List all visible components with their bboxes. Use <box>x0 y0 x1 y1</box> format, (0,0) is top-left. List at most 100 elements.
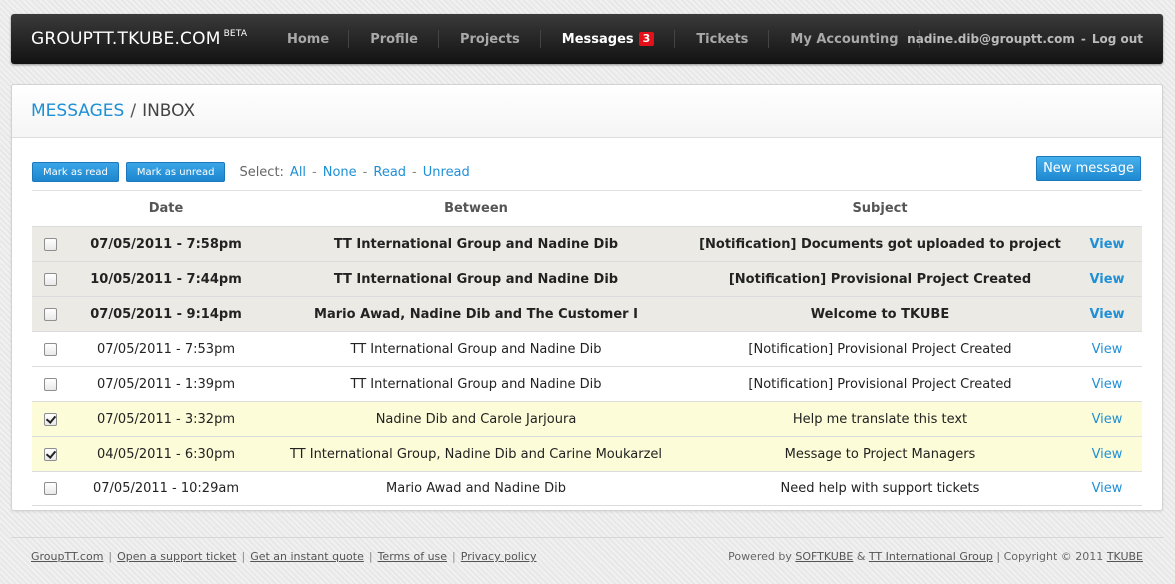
select-read-link[interactable]: Read <box>373 165 406 180</box>
row-view-link[interactable]: View <box>1092 377 1123 392</box>
row-between: TT International Group and Nadine Dib <box>333 271 619 287</box>
row-checkbox[interactable] <box>43 342 57 356</box>
header-between: Between <box>444 201 508 216</box>
tt-group-link[interactable]: TT International Group <box>869 550 993 563</box>
copyright-text: Copyright © 2011 <box>1003 550 1104 563</box>
row-subject: Message to Project Managers <box>784 446 976 462</box>
row-between: TT International Group and Nadine Dib <box>350 341 602 357</box>
select-separator: - <box>412 164 417 180</box>
user-email-link[interactable]: nadine.dib@grouptt.com <box>907 32 1075 46</box>
table-row[interactable]: 10/05/2011 - 7:44pm TT International Gro… <box>32 261 1142 296</box>
row-checkbox[interactable] <box>43 272 57 286</box>
new-message-button[interactable]: New message <box>1036 156 1141 181</box>
select-separator: - <box>362 164 368 180</box>
row-checkbox[interactable] <box>43 377 57 391</box>
messages-count-badge: 3 <box>638 32 655 46</box>
footer-link-instant-quote[interactable]: Get an instant quote <box>250 550 364 563</box>
breadcrumb-current: INBOX <box>142 101 196 121</box>
select-separator: - <box>312 164 317 180</box>
table-row[interactable]: 07/05/2011 - 1:39pm TT International Gro… <box>32 366 1142 401</box>
footer-pipe: | <box>996 550 1001 563</box>
row-view-link[interactable]: View <box>1092 481 1123 496</box>
row-checkbox[interactable] <box>43 237 57 251</box>
table-row[interactable]: 07/05/2011 - 3:32pm Nadine Dib and Carol… <box>32 401 1142 436</box>
row-between: Mario Awad, Nadine Dib and The Customer … <box>314 306 638 322</box>
ampersand: & <box>856 550 866 563</box>
row-checkbox[interactable] <box>43 307 57 321</box>
nav-my-accounting[interactable]: My Accounting <box>769 14 920 64</box>
row-view-link[interactable]: View <box>1089 272 1124 287</box>
row-view-link[interactable]: View <box>1089 237 1124 252</box>
message-toolbar: Mark as read Mark as unread Select: All … <box>32 156 1141 184</box>
select-label: Select: <box>239 164 284 180</box>
row-checkbox[interactable] <box>43 447 57 461</box>
row-subject: [Notification] Provisional Project Creat… <box>748 376 1012 392</box>
nav-home[interactable]: Home <box>269 14 350 64</box>
row-view-link[interactable]: View <box>1089 307 1124 322</box>
nav-messages[interactable]: Messages 3 <box>541 14 676 64</box>
footer-credits: Powered by SOFTKUBE & TT International G… <box>728 550 1143 563</box>
row-view-link[interactable]: View <box>1092 412 1123 427</box>
footer-link-grouptt[interactable]: GroupTT.com <box>31 550 103 563</box>
logout-link[interactable]: Log out <box>1092 32 1143 46</box>
table-row[interactable]: 07/05/2011 - 10:29am Mario Awad and Nadi… <box>32 471 1142 506</box>
footer-link-support-ticket[interactable]: Open a support ticket <box>117 550 236 563</box>
nav-my-accounting-label: My Accounting <box>790 31 899 47</box>
select-none-link[interactable]: None <box>323 165 357 180</box>
footer-pipe: | <box>108 550 113 563</box>
nav-messages-label: Messages <box>561 31 634 47</box>
brand-logo[interactable]: GROUPTT.TKUBE.COM BETA <box>11 29 269 49</box>
breadcrumb-messages-link[interactable]: MESSAGES <box>31 101 124 121</box>
user-menu: nadine.dib@grouptt.com - Log out <box>907 14 1143 64</box>
header-date: Date <box>148 201 184 216</box>
nav-tickets-label: Tickets <box>696 31 749 47</box>
row-checkbox[interactable] <box>43 412 57 426</box>
row-between: TT International Group, Nadine Dib and C… <box>289 446 663 462</box>
table-row[interactable]: 07/05/2011 - 7:58pm TT International Gro… <box>32 226 1142 261</box>
row-subject: [Notification] Documents got uploaded to… <box>699 236 1061 252</box>
user-menu-separator: - <box>1080 32 1086 46</box>
select-unread-link[interactable]: Unread <box>423 165 470 180</box>
brand-beta-label: BETA <box>223 29 248 39</box>
row-subject: Welcome to TKUBE <box>810 306 950 322</box>
footer-divider <box>11 537 1163 538</box>
row-view-link[interactable]: View <box>1092 447 1123 462</box>
brand-name: GROUPTT.TKUBE.COM <box>31 29 221 49</box>
table-row[interactable]: 07/05/2011 - 7:53pm TT International Gro… <box>32 331 1142 366</box>
row-between: Nadine Dib and Carole Jarjoura <box>375 411 577 427</box>
row-between: Mario Awad and Nadine Dib <box>386 481 566 496</box>
footer-link-privacy[interactable]: Privacy policy <box>461 550 537 563</box>
row-date: 07/05/2011 - 7:53pm <box>97 341 235 357</box>
row-date: 07/05/2011 - 9:14pm <box>90 306 242 322</box>
mark-as-unread-button[interactable]: Mark as unread <box>125 162 226 182</box>
row-subject: Need help with support tickets <box>780 481 980 496</box>
table-row[interactable]: 04/05/2011 - 6:30pm TT International Gro… <box>32 436 1142 471</box>
nav-projects[interactable]: Projects <box>439 14 541 64</box>
top-navbar: GROUPTT.TKUBE.COM BETA Home Profile Proje… <box>11 14 1163 64</box>
mark-as-read-button[interactable]: Mark as read <box>32 162 119 182</box>
nav-tickets[interactable]: Tickets <box>675 14 770 64</box>
row-subject: Help me translate this text <box>792 411 968 427</box>
row-date: 07/05/2011 - 10:29am <box>93 481 239 496</box>
row-date: 04/05/2011 - 6:30pm <box>97 446 235 462</box>
powered-by-text: Powered by <box>728 550 792 563</box>
row-checkbox[interactable] <box>43 482 57 495</box>
footer-pipe: | <box>241 550 246 563</box>
tkube-link[interactable]: TKUBE <box>1107 550 1143 563</box>
inbox-panel: MESSAGES / INBOX Mark as read Mark as un… <box>11 84 1163 511</box>
select-all-link[interactable]: All <box>290 165 306 180</box>
row-subject: [Notification] Provisional Project Creat… <box>728 271 1032 287</box>
nav-projects-label: Projects <box>459 31 520 47</box>
softkube-link[interactable]: SOFTKUBE <box>795 550 853 563</box>
row-date: 07/05/2011 - 1:39pm <box>97 376 235 392</box>
header-subject: Subject <box>852 201 908 216</box>
table-row[interactable]: 07/05/2011 - 9:14pm Mario Awad, Nadine D… <box>32 296 1142 331</box>
row-between: TT International Group and Nadine Dib <box>350 376 602 392</box>
nav-profile[interactable]: Profile <box>349 14 439 64</box>
main-nav: Home Profile Projects Messages 3 Tickets … <box>269 14 920 64</box>
row-date: 10/05/2011 - 7:44pm <box>90 271 242 287</box>
footer-link-terms[interactable]: Terms of use <box>378 550 447 563</box>
row-date: 07/05/2011 - 7:58pm <box>90 236 242 252</box>
row-view-link[interactable]: View <box>1092 342 1123 357</box>
footer-links: GroupTT.com | Open a support ticket | Get an… <box>31 550 536 563</box>
